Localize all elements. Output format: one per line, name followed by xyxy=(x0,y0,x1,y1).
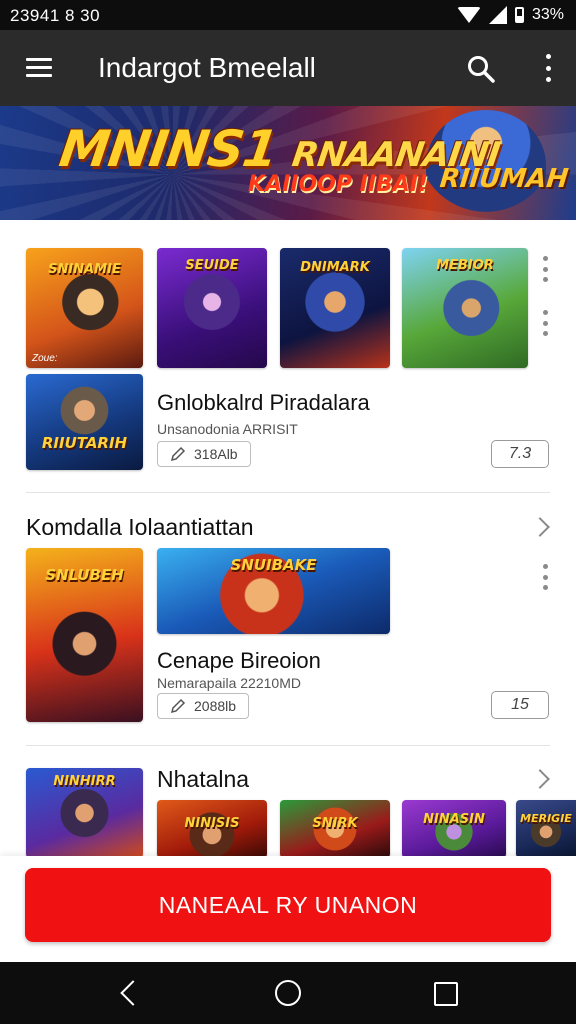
battery-icon xyxy=(514,7,524,23)
game-thumbnail[interactable]: NINASIN xyxy=(402,800,506,858)
thumbnail-caption: SNINAMIE xyxy=(48,262,121,277)
thumbnail-caption: SNIRK xyxy=(312,816,358,831)
signal-icon xyxy=(488,6,507,24)
thumbnail-caption: SNUIBAKE xyxy=(230,556,317,574)
download-size-chip[interactable]: 2088lb xyxy=(157,693,250,719)
game-thumbnail[interactable]: SEUIDE xyxy=(157,248,267,368)
download-size: 2088lb xyxy=(194,698,237,714)
battery-percent: 33% xyxy=(531,6,564,23)
chevron-right-icon[interactable] xyxy=(530,769,550,789)
banner-badge: RIIUMAH xyxy=(438,164,570,194)
section-title[interactable]: Nhatalna xyxy=(157,766,249,793)
rating-badge: 7.3 xyxy=(491,440,549,468)
rating-badge: 15 xyxy=(491,691,549,719)
back-icon[interactable] xyxy=(120,980,146,1006)
status-time: 23941 8 30 xyxy=(10,6,101,25)
thumbnail-caption: MERIGIE xyxy=(520,812,572,825)
banner-subtitle: KAIIOOP IIBAI! xyxy=(248,172,429,197)
search-icon[interactable] xyxy=(466,54,496,84)
app-title: Indargot Bmeelall xyxy=(98,52,316,83)
thumbnail-caption: NINISIS xyxy=(184,816,240,831)
status-icons: 33% xyxy=(456,5,564,25)
thumbnail-caption: SNLUBEH xyxy=(45,566,124,584)
banner-title: MNINS1 RNAANAINI xyxy=(55,120,503,178)
more-options-icon[interactable] xyxy=(544,54,552,82)
download-size-chip[interactable]: 318Alb xyxy=(157,441,251,467)
download-size: 318Alb xyxy=(194,446,238,462)
thumbnail-caption: NINHIRR xyxy=(53,774,116,789)
edit-icon xyxy=(170,698,186,714)
game-thumbnail[interactable]: SNLUBEH xyxy=(26,548,143,722)
divider xyxy=(26,492,550,493)
more-options-icon[interactable] xyxy=(542,564,548,590)
item-title[interactable]: Gnlobkalrd Piradalara xyxy=(157,390,370,416)
home-icon[interactable] xyxy=(275,980,301,1006)
game-thumbnail[interactable]: MERIGIE xyxy=(516,800,576,858)
section-title[interactable]: Komdalla Iolaantiattan xyxy=(26,514,254,541)
game-thumbnail[interactable]: SNUIBAKE xyxy=(157,548,390,634)
app-bar: Indargot Bmeelall xyxy=(0,30,576,106)
promo-banner[interactable]: MNINS1 RNAANAINI KAIIOOP IIBAI! RIIUMAH xyxy=(0,106,576,220)
item-subtitle: Nemarapaila 22210MD xyxy=(157,675,301,691)
recents-icon[interactable] xyxy=(434,982,458,1006)
status-bar: 23941 8 30 33% xyxy=(0,0,576,30)
thumbnail-caption: DNIMARK xyxy=(300,260,370,275)
edit-icon xyxy=(170,446,186,462)
more-options-icon[interactable] xyxy=(542,256,548,282)
thumbnail-sub: Zoue: xyxy=(32,353,58,364)
system-navigation-bar xyxy=(0,962,576,1024)
wifi-icon xyxy=(456,7,481,23)
primary-action-button[interactable]: NANEAAL RY UNANON xyxy=(25,868,551,942)
thumbnail-caption: MEBIOR xyxy=(436,258,494,273)
menu-icon[interactable] xyxy=(26,58,52,78)
game-thumbnail[interactable]: SNINAMIE Zoue: xyxy=(26,248,143,368)
item-subtitle: Unsanodonia ARRISIT xyxy=(157,421,298,437)
thumbnail-caption: NINASIN xyxy=(423,812,485,827)
chevron-right-icon[interactable] xyxy=(530,517,550,537)
bottom-action-bar: NANEAAL RY UNANON xyxy=(0,856,576,962)
game-thumbnail[interactable]: DNIMARK xyxy=(280,248,390,368)
game-thumbnail[interactable]: NINISIS xyxy=(157,800,267,858)
thumbnail-caption: RIIUTARIH xyxy=(41,434,128,452)
game-thumbnail[interactable]: RIIUTARIH xyxy=(26,374,143,470)
item-title[interactable]: Cenape Bireoion xyxy=(157,648,321,674)
game-thumbnail[interactable]: SNIRK xyxy=(280,800,390,858)
divider xyxy=(26,745,550,746)
game-thumbnail[interactable]: MEBIOR xyxy=(402,248,528,368)
more-options-icon[interactable] xyxy=(542,310,548,336)
game-thumbnail[interactable]: NINHIRR xyxy=(26,768,143,858)
thumbnail-caption: SEUIDE xyxy=(185,258,239,273)
